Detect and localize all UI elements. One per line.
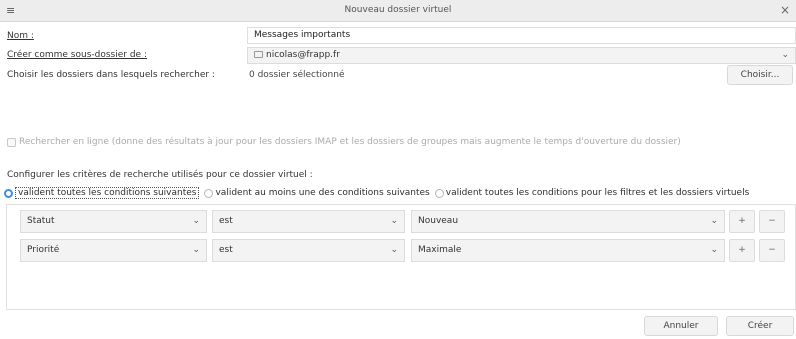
add-condition-button[interactable]: + <box>729 210 755 233</box>
online-search-checkbox[interactable]: Rechercher en ligne (donne des résultats… <box>7 137 681 147</box>
chevron-down-icon: ⌄ <box>781 50 789 60</box>
name-label: Nom : <box>7 31 34 41</box>
condition-value: Nouveau <box>418 216 459 226</box>
cancel-button-label: Annuler <box>663 321 699 331</box>
condition-value-select[interactable]: Maximale ⌄ <box>411 239 725 262</box>
radio-selected-icon <box>4 188 13 198</box>
folders-label: Choisir les dossiers dans lesquels reche… <box>7 70 215 80</box>
condition-value-select[interactable]: Nouveau ⌄ <box>411 210 725 233</box>
online-search-label: Rechercher en ligne (donne des résultats… <box>19 137 681 147</box>
checkbox-box[interactable] <box>7 137 16 147</box>
condition-operator-value: est <box>219 245 233 255</box>
create-button-label: Créer <box>747 321 773 331</box>
parent-folder-select[interactable]: nicolas@frapp.fr ⌄ <box>247 47 796 64</box>
radio-icon <box>204 188 214 198</box>
criteria-label: Configurer les critères de recherche uti… <box>7 170 313 180</box>
radio-match-all-label: valident toutes les conditions suivantes <box>15 187 200 199</box>
add-condition-button[interactable]: + <box>729 239 755 262</box>
choose-button-label: Choisir... <box>740 70 780 80</box>
close-icon[interactable]: × <box>780 3 790 17</box>
remove-condition-button[interactable]: − <box>759 239 785 262</box>
parent-folder-label: Créer comme sous-dossier de : <box>7 50 147 60</box>
chevron-down-icon: ⌄ <box>710 216 718 226</box>
cancel-button[interactable]: Annuler <box>644 316 718 336</box>
account-icon <box>254 51 263 58</box>
match-options: valident toutes les conditions suivantes… <box>4 186 754 200</box>
folders-value: 0 dossier sélectionné <box>249 70 345 80</box>
choose-button[interactable]: Choisir... <box>727 65 793 85</box>
parent-folder-value: nicolas@frapp.fr <box>266 50 340 60</box>
condition-field-value: Statut <box>27 216 55 226</box>
condition-field-select[interactable]: Statut ⌄ <box>20 210 207 233</box>
condition-field-value: Priorité <box>27 245 60 255</box>
radio-match-all-filters-label: valident toutes les conditions pour les … <box>445 188 750 198</box>
condition-operator-select[interactable]: est ⌄ <box>212 239 405 262</box>
condition-operator-value: est <box>219 216 233 226</box>
condition-field-select[interactable]: Priorité ⌄ <box>20 239 207 262</box>
radio-match-any-label: valident au moins une des conditions sui… <box>215 188 430 198</box>
window-title: Nouveau dossier virtuel <box>344 5 452 15</box>
chevron-down-icon: ⌄ <box>390 216 398 226</box>
radio-match-all-filters[interactable]: valident toutes les conditions pour les … <box>434 188 750 198</box>
chevron-down-icon: ⌄ <box>710 245 718 255</box>
condition-operator-select[interactable]: est ⌄ <box>212 210 405 233</box>
chevron-down-icon: ⌄ <box>390 245 398 255</box>
remove-condition-button[interactable]: − <box>759 210 785 233</box>
radio-match-any[interactable]: valident au moins une des conditions sui… <box>204 188 430 198</box>
create-button[interactable]: Créer <box>726 316 794 336</box>
chevron-down-icon: ⌄ <box>192 245 200 255</box>
radio-icon <box>434 188 444 198</box>
condition-value: Maximale <box>418 245 462 255</box>
radio-match-all[interactable]: valident toutes les conditions suivantes <box>4 187 200 199</box>
chevron-down-icon: ⌄ <box>192 216 200 226</box>
name-field[interactable]: Messages importants <box>247 27 796 44</box>
title-bar: ≡ Nouveau dossier virtuel × <box>0 0 796 22</box>
